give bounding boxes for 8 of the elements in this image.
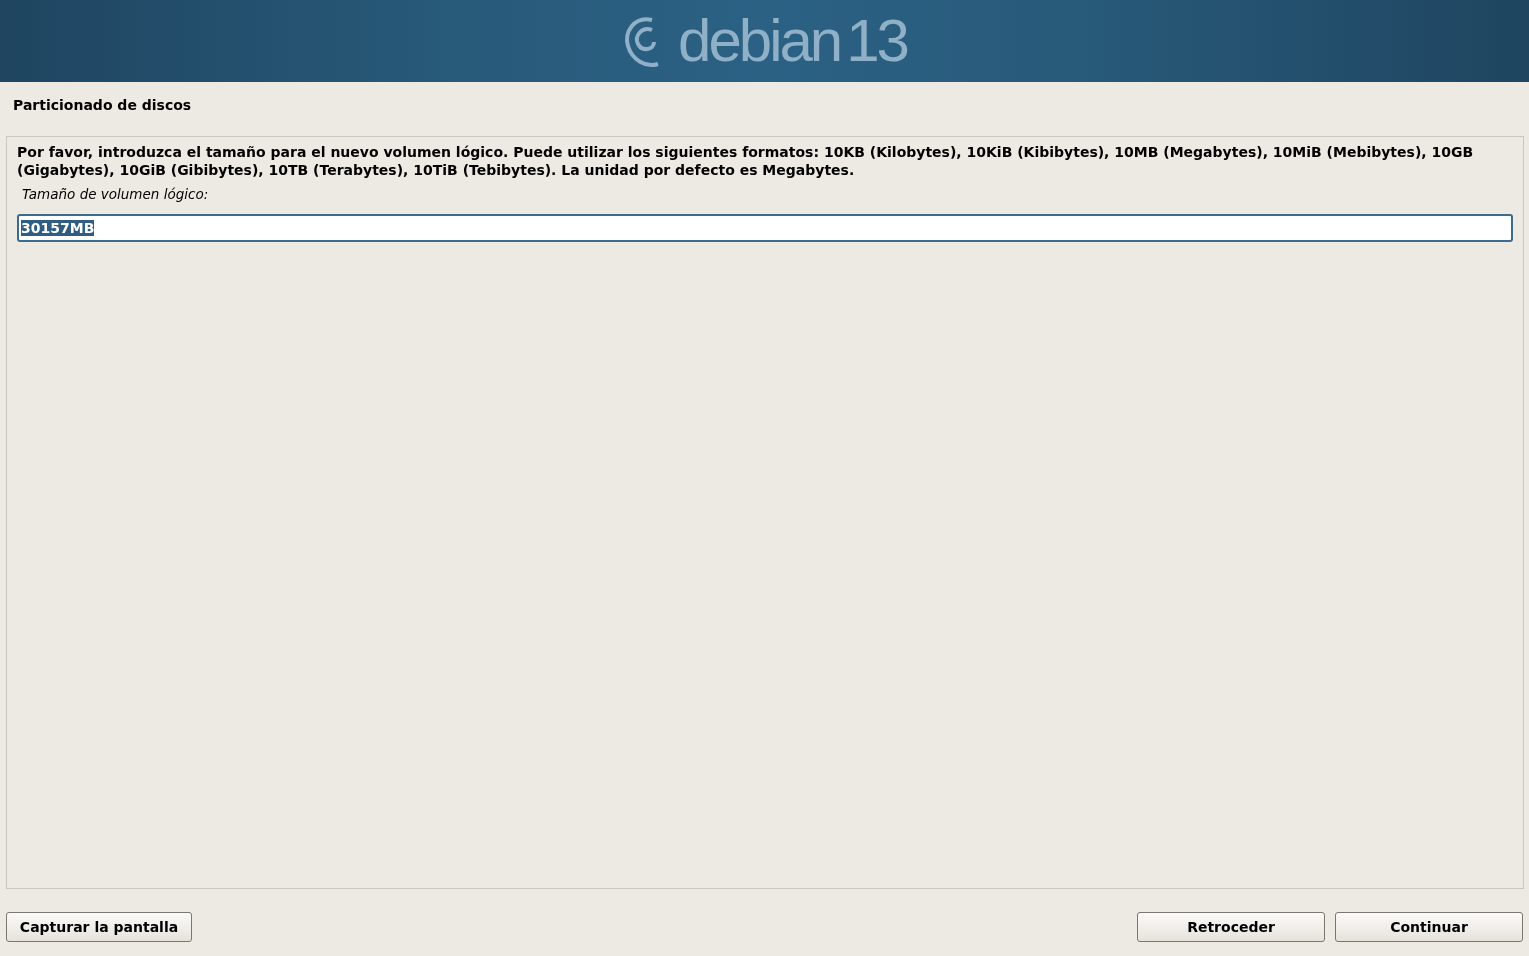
field-label: Tamaño de volumen lógico: (21, 185, 210, 204)
input-field[interactable]: 30157MB (17, 214, 1513, 242)
page-title: Particionado de discos (12, 96, 193, 115)
instruction-text: Por favor, introduzca el tamaño para el nuevo volumen lógico. Puede utilizar los siguientes formatos: 10KB (Kilobytes), 10KiB (Kibibytes), 10MB (Megabytes), 10MiB (Mebibytes), 10GB (Gigabytes), 10GiB (Gibibytes), 10TB (Terabytes), 10TiB (Tebibytes). La unidad por defecto es Megabytes. (17, 143, 1475, 179)
back-button[interactable]: Retroceder (1137, 912, 1325, 942)
logo-text: debian13 (678, 11, 907, 71)
continue-button[interactable]: Continuar (1335, 912, 1523, 942)
screenshot-button[interactable]: Capturar la pantalla (6, 912, 192, 942)
